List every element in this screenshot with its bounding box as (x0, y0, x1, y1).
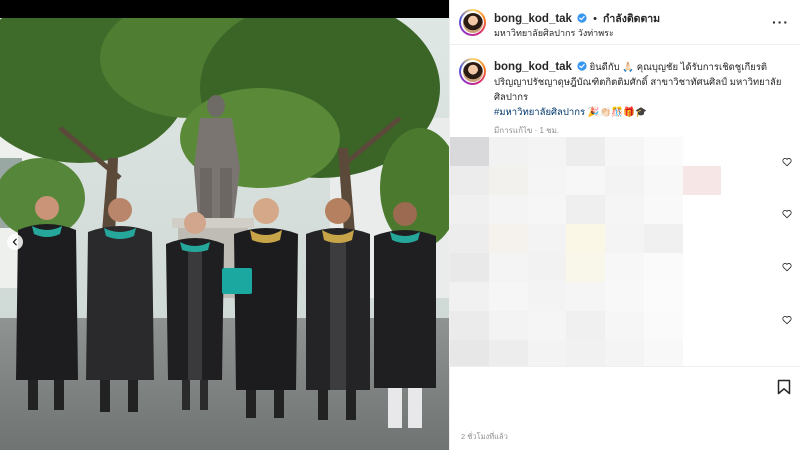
avatar[interactable] (459, 9, 486, 36)
heart-icon[interactable] (782, 262, 792, 272)
chevron-left-icon (12, 238, 17, 246)
blurred-comments-area (450, 130, 800, 427)
following-button[interactable]: กำลังติดตาม (603, 13, 660, 25)
verified-badge-icon (577, 13, 587, 23)
post-side-panel: bong_kod_tak • กำลังติดตาม มหาวิทยาลัยศิ… (449, 0, 800, 450)
bookmark-icon[interactable] (777, 379, 791, 395)
post-photo[interactable] (0, 0, 449, 450)
location-link[interactable]: มหาวิทยาลัยศิลปากร วังท่าพระ (494, 26, 614, 40)
heart-icon[interactable] (782, 157, 792, 167)
caption-emojis: 🎉👏🏻🎊🎁🎓 (587, 107, 647, 118)
caption-avatar[interactable] (459, 58, 486, 85)
separator-dot: • (593, 13, 597, 25)
header-line: bong_kod_tak • กำลังติดตาม (494, 10, 660, 27)
graduation-group-photo (0, 18, 449, 450)
previous-photo-button[interactable] (7, 234, 23, 250)
heart-icon[interactable] (782, 209, 792, 219)
verified-badge-icon (577, 61, 587, 71)
username-link[interactable]: bong_kod_tak (494, 13, 572, 25)
caption-text: bong_kod_tak ยินดีกับ 🙏🏻 คุณบุญชัย ได้รั… (494, 60, 790, 120)
post-header: bong_kod_tak • กำลังติดตาม มหาวิทยาลัยศิ… (450, 0, 800, 45)
caption-username-link[interactable]: bong_kod_tak (494, 61, 572, 73)
more-options-icon[interactable]: ··· (772, 14, 789, 30)
actions-bar (450, 366, 800, 412)
heart-icon[interactable] (782, 315, 792, 325)
photo-top-bar (0, 0, 449, 18)
instagram-post-view: bong_kod_tak • กำลังติดตาม มหาวิทยาลัยศิ… (0, 0, 800, 450)
post-time-ago: 2 ชั่วโมงที่แล้ว (461, 432, 508, 441)
hashtag-link[interactable]: #มหาวิทยาลัยศิลปากร (494, 107, 585, 118)
